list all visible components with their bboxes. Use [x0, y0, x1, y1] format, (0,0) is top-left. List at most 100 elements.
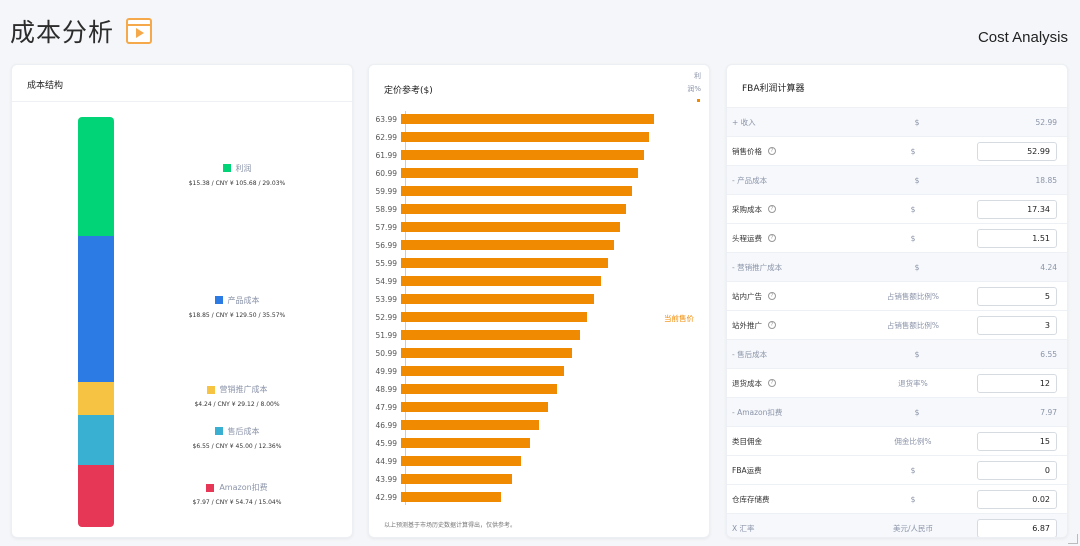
price-bar[interactable]	[401, 186, 633, 196]
fba-row-name: FBA运费	[732, 465, 762, 475]
fba-row-label: 仓库存储费	[732, 494, 849, 505]
price-bar[interactable]	[401, 438, 531, 448]
fba-value-input[interactable]: 3	[976, 315, 1057, 335]
stack-segment[interactable]	[78, 414, 114, 466]
price-bar[interactable]	[401, 258, 608, 268]
price-bar-row: 49.99	[369, 362, 565, 380]
fba-row-label: - 售后成本	[732, 349, 852, 360]
price-bar[interactable]	[401, 330, 580, 340]
fba-section-total: 52.99	[1035, 117, 1057, 127]
price-tick-label: 45.99	[375, 438, 397, 448]
price-bar[interactable]	[401, 348, 572, 358]
stack-segment[interactable]	[78, 465, 114, 527]
legend-item[interactable]: 产品成本 $18.85 / CNY ¥ 129.50 / 35.57%	[162, 295, 312, 319]
fba-value-input[interactable]: 52.99	[976, 141, 1057, 161]
legend-item[interactable]: 售后成本 $6.55 / CNY ¥ 45.00 / 12.36%	[162, 426, 312, 450]
fba-value-input[interactable]: 1.51	[976, 228, 1057, 248]
fba-row-unit: 占销售额比例%	[886, 291, 940, 301]
video-play-icon[interactable]	[126, 18, 153, 44]
fba-value-input[interactable]: 12	[976, 373, 1057, 393]
price-bar-row: 61.99	[369, 146, 644, 164]
price-bar[interactable]	[401, 492, 502, 502]
help-icon[interactable]: ?	[768, 205, 776, 213]
fba-row-name: 销售价格	[732, 146, 762, 156]
price-bar[interactable]	[401, 132, 649, 142]
price-bar-row: 48.99	[369, 380, 557, 398]
pricing-reference-card: 定价参考($) 利润% 63.99 62.99 61.99 60.99 59.99 58.…	[368, 64, 710, 538]
legend-value: $7.97 / CNY ¥ 54.74 / 15.04%	[192, 499, 282, 507]
fba-row-label: 类目佣金	[732, 436, 849, 447]
price-bar[interactable]	[401, 276, 601, 286]
price-bar-row: 54.99	[369, 272, 601, 290]
fba-value-input[interactable]: 0	[976, 460, 1057, 480]
price-bar[interactable]	[401, 420, 540, 430]
help-icon[interactable]: ?	[768, 321, 776, 329]
pricing-footnote: 以上预测基于市场历史数据计算得出，仅供参考。	[384, 522, 517, 529]
price-bar[interactable]	[401, 294, 595, 304]
help-icon[interactable]: ?	[768, 147, 776, 155]
fba-input-row: 销售价格? $52.99	[727, 137, 1067, 166]
price-bar[interactable]	[401, 474, 512, 484]
legend-swatch	[206, 385, 215, 394]
fba-section-row: - 产品成本 $18.85	[727, 166, 1067, 195]
price-tick-label: 53.99	[375, 294, 397, 304]
fba-section-row: + 收入 $52.99	[727, 108, 1067, 137]
price-bar[interactable]	[401, 366, 565, 376]
price-bar[interactable]	[401, 456, 522, 466]
price-bar[interactable]	[401, 402, 549, 412]
fba-value-input[interactable]: 5	[976, 286, 1057, 306]
stack-segment[interactable]	[78, 381, 114, 415]
help-icon[interactable]: ?	[768, 292, 776, 300]
fba-row-unit: $	[914, 407, 920, 417]
price-bar-row: 57.99	[369, 218, 620, 236]
legend-text: 营销推广成本	[219, 385, 268, 395]
price-bar-row: 51.99	[369, 326, 580, 344]
price-tick-label: 49.99	[375, 366, 397, 376]
price-bar[interactable]	[401, 240, 615, 250]
fba-title: FBA利润计算器	[727, 65, 1067, 108]
price-bar[interactable]	[401, 168, 638, 178]
fba-row-label: + 收入	[732, 117, 852, 128]
fba-row-label: - Amazon扣费	[732, 407, 852, 418]
price-tick-label: 55.99	[375, 258, 397, 268]
legend-value: $4.24 / CNY ¥ 29.12 / 8.00%	[194, 401, 280, 409]
legend-swatch	[214, 427, 223, 436]
fba-row-unit: 退货率%	[898, 378, 928, 388]
legend-item[interactable]: Amazon扣费 $7.97 / CNY ¥ 54.74 / 15.04%	[162, 482, 312, 506]
legend-item[interactable]: 营销推广成本 $4.24 / CNY ¥ 29.12 / 8.00%	[162, 384, 312, 408]
price-bar[interactable]	[401, 114, 654, 124]
price-tick-label: 47.99	[375, 402, 397, 412]
fba-row-label: 站外推广?	[732, 320, 849, 331]
fba-value-input[interactable]: 15	[976, 431, 1057, 451]
fba-row-label: 销售价格?	[732, 146, 849, 157]
fba-section-row: - 营销推广成本 $4.24	[727, 253, 1067, 282]
fba-rows: + 收入 $52.99 销售价格? $52.99 - 产品成本 $18.85 采购成本? $1…	[727, 108, 1067, 537]
fba-value-input[interactable]: 0.02	[976, 489, 1057, 509]
price-bar[interactable]	[401, 150, 644, 160]
fba-row-unit: 佣金比例%	[894, 436, 932, 446]
legend-label: Amazon扣费	[162, 482, 312, 493]
price-bar[interactable]	[401, 312, 587, 322]
legend-item[interactable]: 利润 $15.38 / CNY ¥ 105.68 / 29.03%	[162, 163, 312, 187]
fba-input-row: FBA运费 $0	[727, 456, 1067, 485]
help-icon[interactable]: ?	[768, 379, 776, 387]
fba-section-total: 6.55	[1040, 349, 1057, 359]
fba-value-input[interactable]: 17.34	[976, 199, 1057, 219]
price-bar-row: 44.99	[369, 452, 522, 470]
price-tick-label: 60.99	[375, 168, 397, 178]
help-icon[interactable]: ?	[768, 234, 776, 242]
stack-segment[interactable]	[78, 236, 114, 382]
resize-handle-icon[interactable]	[1068, 534, 1078, 544]
cost-structure-title: 成本结构	[12, 65, 352, 102]
fba-row-name: 退货成本	[732, 378, 762, 388]
fba-row-name: 站外推广	[732, 320, 762, 330]
stack-segment[interactable]	[78, 117, 114, 237]
fba-value-input[interactable]: 6.87	[976, 518, 1057, 537]
price-bar[interactable]	[401, 222, 620, 232]
price-bar[interactable]	[401, 384, 557, 394]
price-bar[interactable]	[401, 204, 627, 214]
price-tick-label: 50.99	[375, 348, 397, 358]
fba-section-row: X 汇率 美元/人民币 6.87	[727, 514, 1067, 537]
legend-swatch	[222, 164, 231, 172]
fba-row-unit: $	[914, 175, 920, 185]
